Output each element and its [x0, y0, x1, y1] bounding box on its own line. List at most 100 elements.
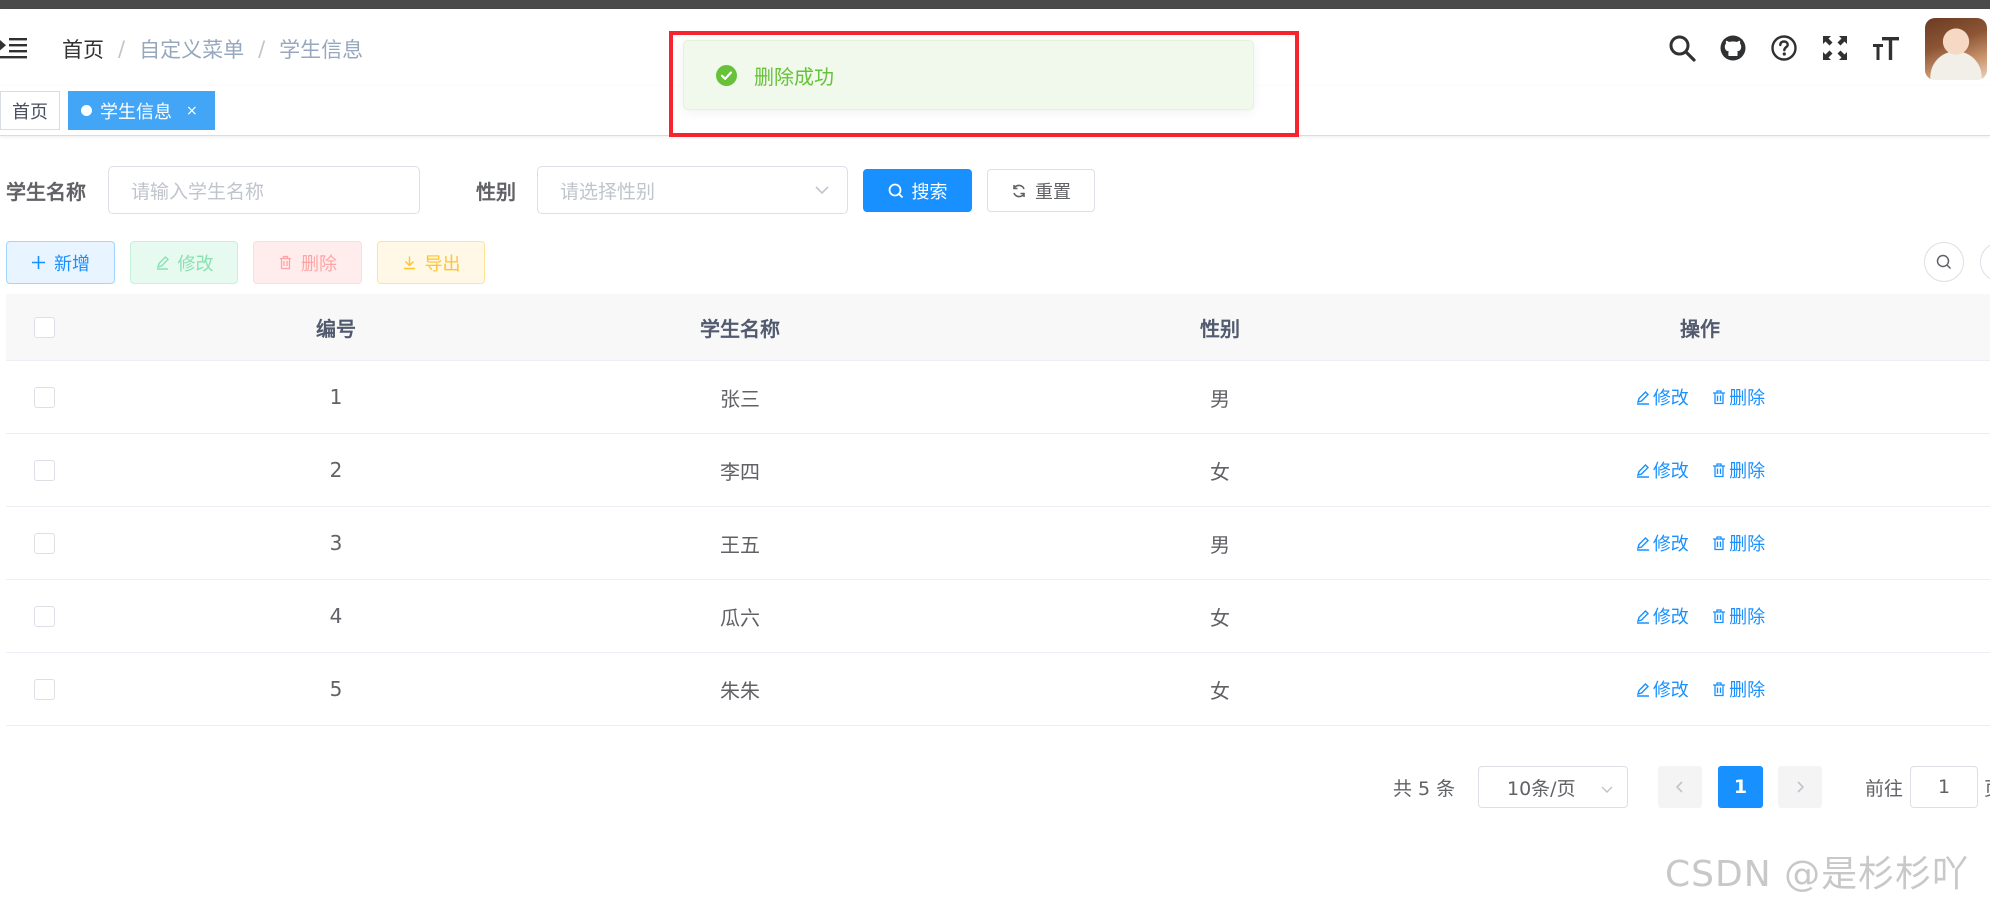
- reset-button[interactable]: 重置: [987, 169, 1095, 212]
- row-edit-link[interactable]: 修改: [1635, 530, 1689, 556]
- navbar-actions: [1665, 31, 1920, 65]
- delete-button-label: 删除: [301, 253, 337, 275]
- active-dot-icon: [81, 105, 92, 116]
- table-row: 5 朱朱 女 修改 删除: [6, 653, 1990, 726]
- row-edit-link[interactable]: 修改: [1635, 603, 1689, 629]
- cell-actions: 修改 删除: [1550, 530, 1850, 556]
- font-size-icon[interactable]: [1869, 31, 1903, 65]
- table-body: 1 张三 男 修改 删除 2 李四 女 修改 删除 3 王五 男 修改 删除 4…: [6, 361, 1990, 726]
- trash-icon: [1713, 609, 1726, 624]
- header-name: 学生名称: [700, 316, 780, 341]
- reset-button-label: 重置: [1035, 181, 1071, 203]
- row-delete-link[interactable]: 删除: [1711, 603, 1765, 629]
- edit-icon: [1636, 537, 1649, 551]
- page-size-select[interactable]: 10条/页: [1478, 766, 1628, 808]
- cell-actions: 修改 删除: [1550, 676, 1850, 702]
- edit-icon: [1636, 683, 1649, 697]
- trash-icon: [1713, 536, 1726, 551]
- prev-page-button[interactable]: [1658, 766, 1702, 808]
- row-delete-link[interactable]: 删除: [1711, 676, 1765, 702]
- row-delete-link[interactable]: 删除: [1711, 530, 1765, 556]
- row-checkbox[interactable]: [33, 532, 55, 554]
- toggle-search-button[interactable]: [1924, 242, 1964, 282]
- row-edit-link[interactable]: 修改: [1635, 457, 1689, 483]
- row-delete-link[interactable]: 删除: [1711, 384, 1765, 410]
- refresh-table-button[interactable]: [1980, 242, 1990, 282]
- sex-placeholder: 请选择性别: [560, 180, 656, 203]
- tag-student-info[interactable]: 学生信息 ×: [68, 91, 215, 130]
- delete-button[interactable]: 删除: [253, 241, 362, 284]
- question-circle-icon[interactable]: [1767, 31, 1801, 65]
- row-select-cell: [6, 532, 82, 554]
- row-checkbox[interactable]: [33, 459, 55, 481]
- github-icon[interactable]: [1716, 31, 1750, 65]
- export-button[interactable]: 导出: [377, 241, 485, 284]
- breadcrumb-home[interactable]: 首页: [62, 34, 104, 64]
- chevron-left-icon: [1675, 781, 1683, 793]
- cell-actions: 修改 删除: [1550, 384, 1850, 410]
- student-table: 编号 学生名称 性别 操作 1 张三 男 修改 删除 2 李四 女 修改 删除 …: [6, 294, 1990, 726]
- plus-icon: [31, 255, 46, 270]
- pagination-total: 共 5 条: [1393, 778, 1456, 800]
- row-edit-label: 修改: [1652, 461, 1689, 482]
- next-page-button[interactable]: [1778, 766, 1822, 808]
- cell-name: 张三: [720, 386, 760, 411]
- fullscreen-icon[interactable]: [1818, 31, 1852, 65]
- close-icon[interactable]: ×: [186, 103, 198, 119]
- cell-sex: 女: [1210, 459, 1230, 484]
- breadcrumb-menu: 自定义菜单: [139, 38, 245, 62]
- window-top-strip: [0, 0, 1990, 9]
- row-edit-label: 修改: [1652, 534, 1689, 555]
- student-name-input[interactable]: 请输入学生名称: [108, 166, 420, 214]
- annotation-highlight-box: [669, 31, 1299, 137]
- goto-suffix: 页: [1984, 774, 1990, 801]
- row-checkbox[interactable]: [33, 605, 55, 627]
- search-button-label: 搜索: [911, 181, 948, 203]
- goto-page-input[interactable]: 1: [1910, 766, 1978, 808]
- refresh-icon: [1011, 183, 1027, 199]
- cell-sex: 男: [1210, 386, 1230, 411]
- edit-button[interactable]: 修改: [130, 241, 238, 284]
- tag-home-label: 首页: [12, 101, 48, 123]
- breadcrumb: 首页 / 自定义菜单 / 学生信息: [62, 34, 363, 64]
- select-all-checkbox[interactable]: [33, 316, 55, 338]
- select-all-cell: [6, 316, 82, 338]
- export-button-label: 导出: [424, 253, 461, 275]
- search-icon[interactable]: [1665, 31, 1699, 65]
- table-row: 1 张三 男 修改 删除: [6, 361, 1990, 434]
- avatar[interactable]: [1925, 18, 1987, 80]
- sex-select[interactable]: 请选择性别: [537, 166, 848, 214]
- download-icon: [402, 255, 417, 270]
- goto-page-value: 1: [1937, 776, 1951, 798]
- row-delete-label: 删除: [1729, 534, 1766, 555]
- edit-icon: [1636, 610, 1649, 624]
- hamburger-icon[interactable]: [0, 37, 28, 59]
- page-number-current[interactable]: 1: [1718, 766, 1763, 808]
- row-edit-label: 修改: [1652, 388, 1689, 409]
- edit-button-label: 修改: [177, 253, 214, 275]
- tag-home[interactable]: 首页: [0, 91, 60, 130]
- search-button[interactable]: 搜索: [863, 169, 972, 212]
- chevron-right-icon: [1797, 781, 1805, 793]
- trash-icon: [278, 255, 293, 270]
- table-row: 4 瓜六 女 修改 删除: [6, 580, 1990, 653]
- cell-id: 3: [329, 531, 343, 555]
- cell-name: 朱朱: [720, 678, 760, 703]
- add-button-label: 新增: [54, 253, 90, 275]
- row-checkbox[interactable]: [33, 386, 55, 408]
- row-select-cell: [6, 678, 82, 700]
- cell-actions: 修改 删除: [1550, 603, 1850, 629]
- cell-sex: 女: [1210, 605, 1230, 630]
- row-edit-link[interactable]: 修改: [1635, 676, 1689, 702]
- sex-label: 性别: [476, 180, 516, 204]
- row-checkbox[interactable]: [33, 678, 55, 700]
- add-button[interactable]: 新增: [6, 241, 115, 284]
- search-icon: [888, 183, 904, 199]
- cell-actions: 修改 删除: [1550, 457, 1850, 483]
- row-delete-label: 删除: [1729, 680, 1766, 701]
- trash-icon: [1713, 682, 1726, 697]
- watermark: CSDN @是杉杉吖~: [1665, 854, 1970, 901]
- row-edit-link[interactable]: 修改: [1635, 384, 1689, 410]
- cell-name: 李四: [720, 459, 760, 484]
- row-delete-link[interactable]: 删除: [1711, 457, 1765, 483]
